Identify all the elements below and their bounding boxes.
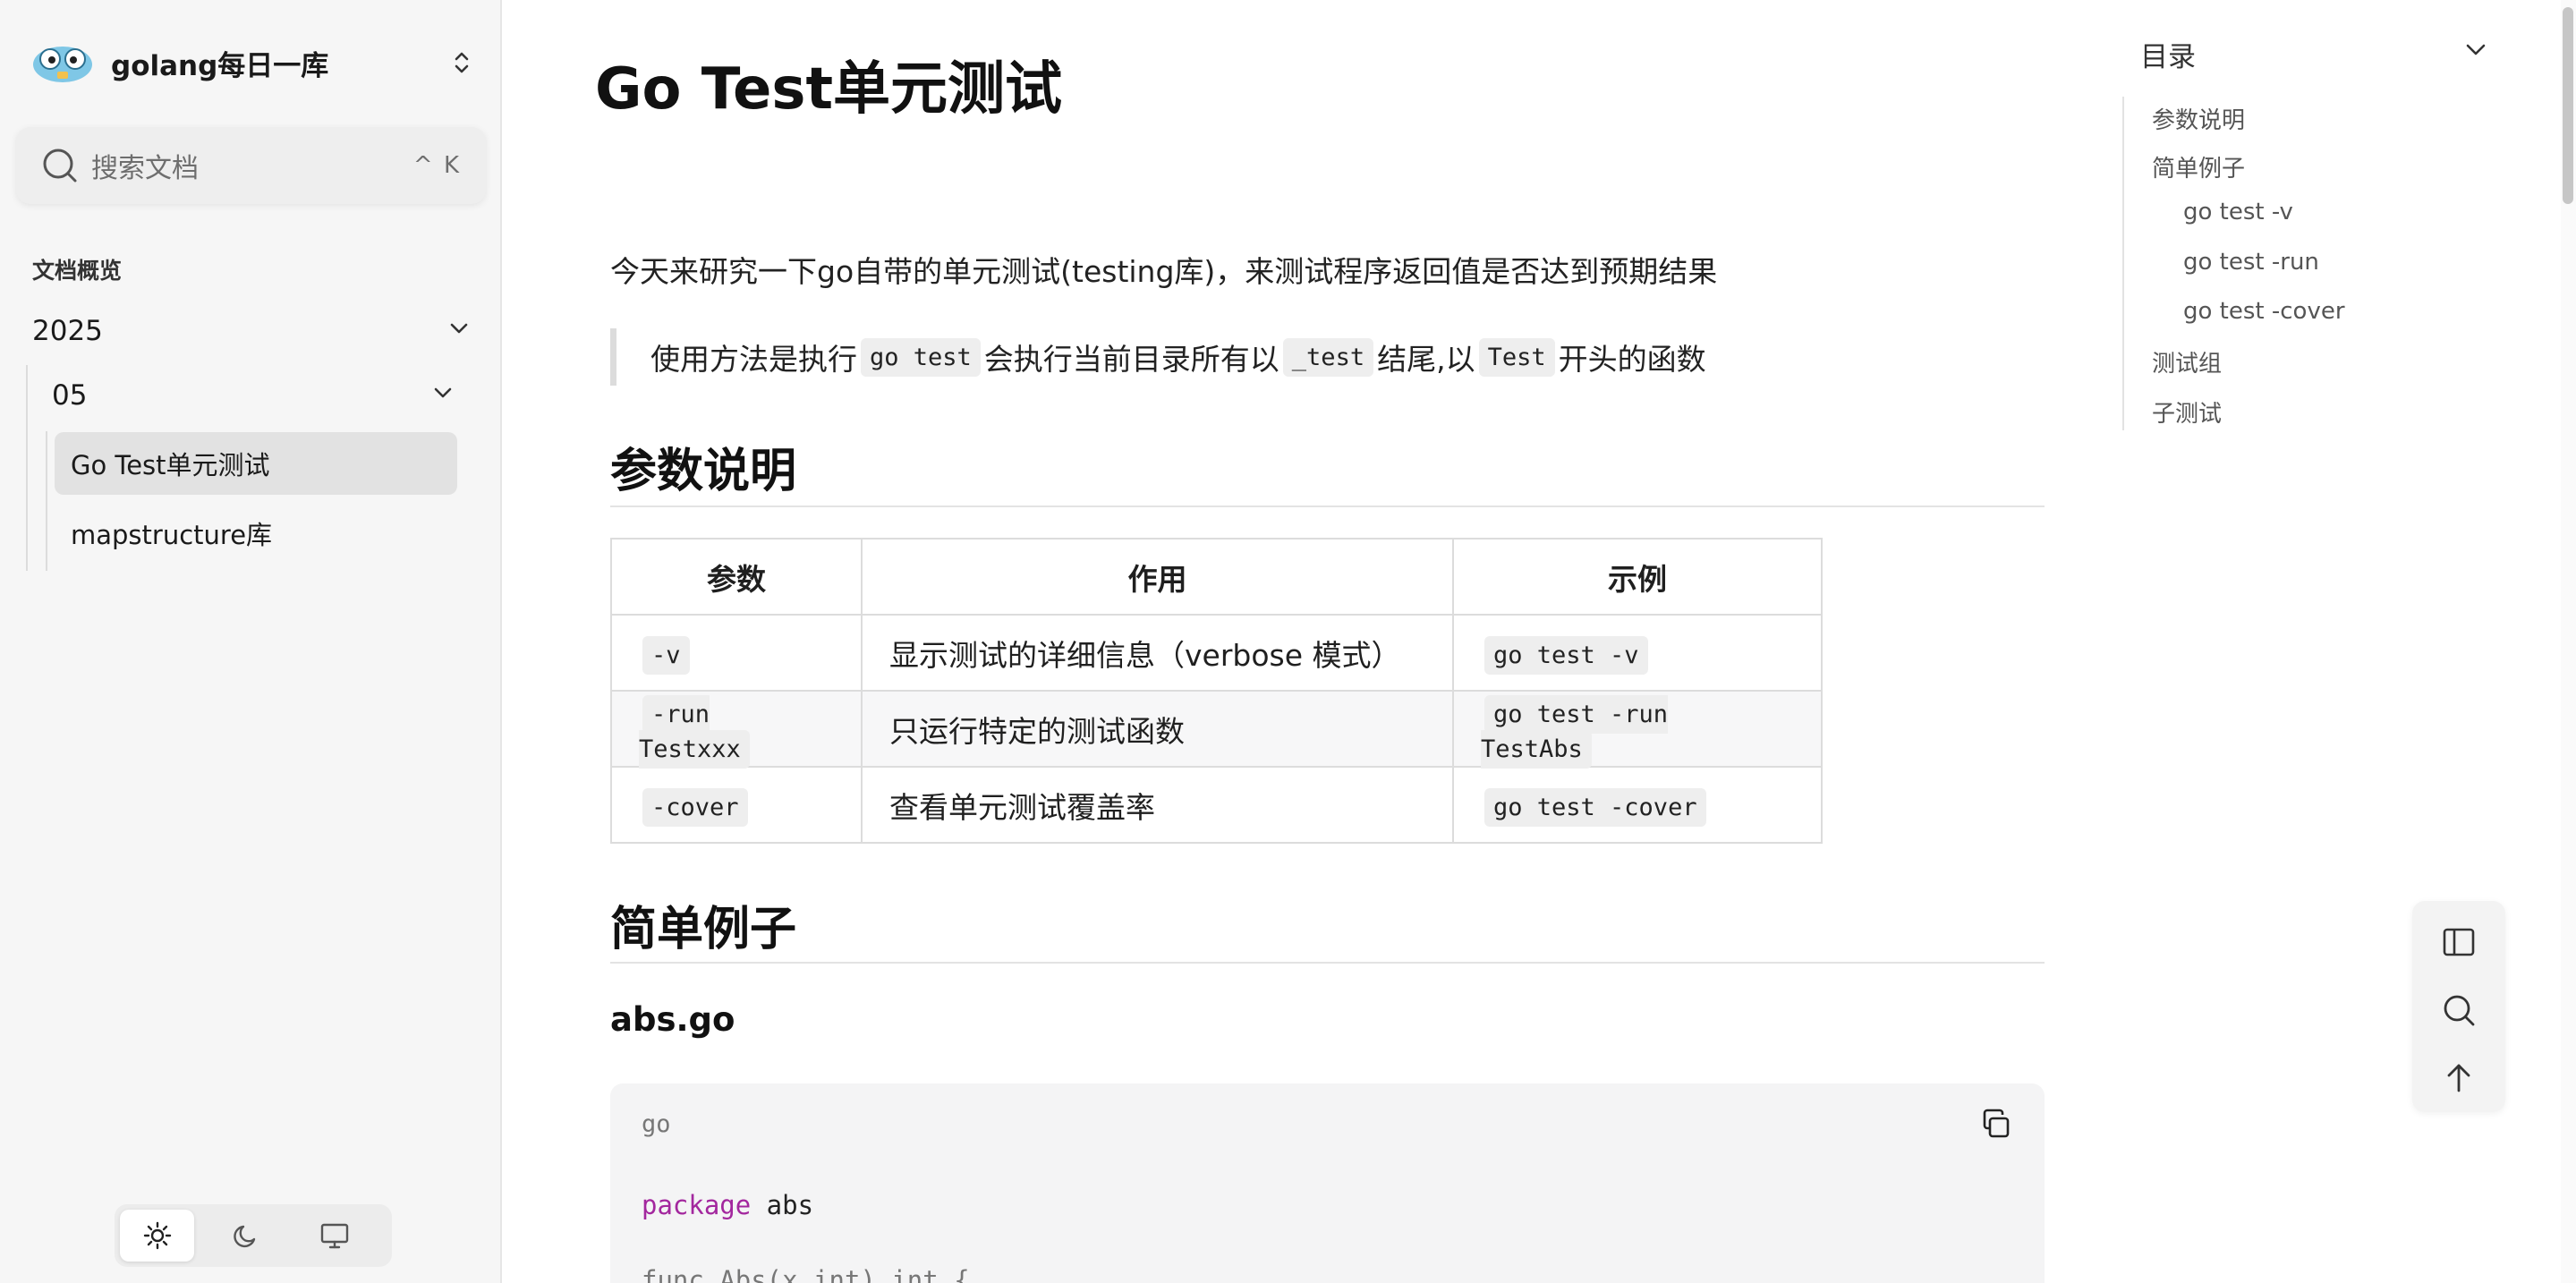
inline-code: _test (1282, 337, 1374, 377)
nav-group-year[interactable]: 2025 (32, 311, 471, 351)
search-icon (41, 147, 79, 184)
table-row: -run Testxxx 只运行特定的测试函数 go test -run Tes… (610, 690, 1823, 769)
inline-code: -run Testxxx (639, 694, 750, 769)
toc-item-go-test-cover[interactable]: go test -cover (2183, 298, 2345, 325)
quote-text: 会执行当前目录所有以 (983, 342, 1279, 377)
table-cell: 查看单元测试覆盖率 (861, 766, 1454, 844)
toc-guide-line (2122, 97, 2124, 430)
table-header: 作用 (861, 538, 1454, 616)
sidebar-item-go-test[interactable]: Go Test单元测试 (55, 432, 457, 495)
toc-item-go-test-run[interactable]: go test -run (2183, 249, 2319, 276)
main-content: Go Test单元测试 今天来研究一下go自带的单元测试(testing库)，来… (504, 0, 2114, 1283)
section-divider (610, 506, 2045, 507)
theme-switcher (115, 1204, 392, 1267)
table-header: 参数 (610, 538, 863, 616)
page-title: Go Test单元测试 (595, 56, 1063, 123)
code-block: go package abs func Abs(x int) int { (610, 1083, 2045, 1283)
nav-overview-heading[interactable]: 文档概览 (32, 253, 122, 285)
quote-text: 结尾,以 (1377, 342, 1475, 377)
theme-system-button[interactable] (298, 1210, 372, 1262)
chevron-down-icon[interactable] (2462, 36, 2489, 63)
code-line: func Abs(x int) int { (642, 1265, 970, 1283)
usage-blockquote: 使用方法是执行 go test 会执行当前目录所有以 _test 结尾,以 Te… (610, 328, 1706, 386)
toc-item-subtest[interactable]: 子测试 (2152, 395, 2222, 429)
theme-dark-button[interactable] (208, 1210, 283, 1262)
sidebar-item-mapstructure[interactable]: mapstructure库 (55, 502, 457, 565)
intro-paragraph: 今天来研究一下go自带的单元测试(testing库)，来测试程序返回值是否达到预… (610, 254, 1718, 289)
search-placeholder: 搜索文档 (91, 153, 199, 184)
inline-code: go test -run TestAbs (1481, 694, 1669, 769)
nav-month-guide (46, 431, 47, 571)
toc-title: 目录 (2140, 41, 2196, 73)
monitor-icon (321, 1223, 349, 1249)
page-scrollbar[interactable] (2561, 0, 2576, 1283)
table-cell: go test -run TestAbs (1452, 690, 1823, 769)
inline-code: -v (642, 636, 690, 675)
table-cell: 显示测试的详细信息（verbose 模式） (861, 614, 1454, 692)
inline-code: go test -cover (1484, 788, 1706, 827)
inline-code: Test (1478, 337, 1555, 377)
brand-title: golang每日一库 (111, 49, 329, 82)
search-shortcut: ^ K (412, 152, 461, 179)
section-divider (610, 962, 2045, 964)
inline-code: go test (861, 337, 981, 377)
inline-code: go test -v (1484, 636, 1648, 675)
params-table: 参数 作用 示例 -v 显示测试的详细信息（verbose 模式） go tes… (610, 538, 1823, 844)
search-box[interactable]: 搜索文档 ^ K (16, 127, 486, 204)
quote-text: 开头的函数 (1558, 342, 1706, 377)
brand[interactable]: golang每日一库 (29, 38, 476, 88)
chevron-up-down-icon[interactable] (447, 48, 476, 77)
table-header-row: 参数 作用 示例 (610, 538, 1823, 616)
chevron-down-icon (447, 315, 471, 347)
nav-year-label: 2025 (32, 315, 103, 347)
table-header: 示例 (1452, 538, 1823, 616)
section-heading-params: 参数说明 (610, 445, 797, 498)
inline-code: -cover (642, 788, 748, 827)
arrow-up-icon[interactable] (2439, 1058, 2478, 1098)
toc-item-test-group[interactable]: 测试组 (2152, 345, 2222, 378)
sidebar-toggle-icon[interactable] (2439, 922, 2478, 962)
table-cell: 只运行特定的测试函数 (861, 690, 1454, 768)
sun-icon (143, 1221, 171, 1250)
toc-item-params[interactable]: 参数说明 (2152, 102, 2245, 135)
moon-icon (234, 1225, 256, 1248)
code-text: abs (751, 1190, 814, 1220)
quote-text: 使用方法是执行 (650, 342, 857, 377)
code-lang-label: go (642, 1110, 671, 1138)
theme-light-button[interactable] (120, 1210, 195, 1262)
scrollbar-thumb[interactable] (2563, 7, 2573, 204)
table-cell: go test -cover (1452, 766, 1823, 844)
chevron-down-icon (431, 379, 455, 412)
table-row: -cover 查看单元测试覆盖率 go test -cover (610, 766, 1823, 844)
table-cell: -cover (610, 766, 863, 844)
table-cell: -run Testxxx (610, 690, 863, 769)
code-keyword: package (642, 1190, 752, 1220)
toc-item-example[interactable]: 简单例子 (2152, 150, 2245, 183)
section-heading-example: 简单例子 (610, 903, 797, 956)
toc-item-go-test-v[interactable]: go test -v (2183, 199, 2293, 225)
copy-icon[interactable] (1977, 1105, 2016, 1144)
nav-year-guide (26, 365, 28, 571)
table-cell: -v (610, 614, 863, 692)
file-heading: abs.go (610, 1000, 735, 1039)
sidebar: golang每日一库 搜索文档 ^ K 文档概览 2025 05 Go Test… (0, 0, 502, 1283)
table-row: -v 显示测试的详细信息（verbose 模式） go test -v (610, 614, 1823, 692)
floating-toolbar (2412, 901, 2505, 1112)
nav-group-month[interactable]: 05 (52, 376, 455, 415)
table-cell: go test -v (1452, 614, 1823, 692)
nav-month-label: 05 (52, 379, 88, 412)
gopher-logo-icon (29, 38, 97, 88)
code-line: package abs (642, 1190, 813, 1220)
search-icon[interactable] (2439, 990, 2478, 1030)
